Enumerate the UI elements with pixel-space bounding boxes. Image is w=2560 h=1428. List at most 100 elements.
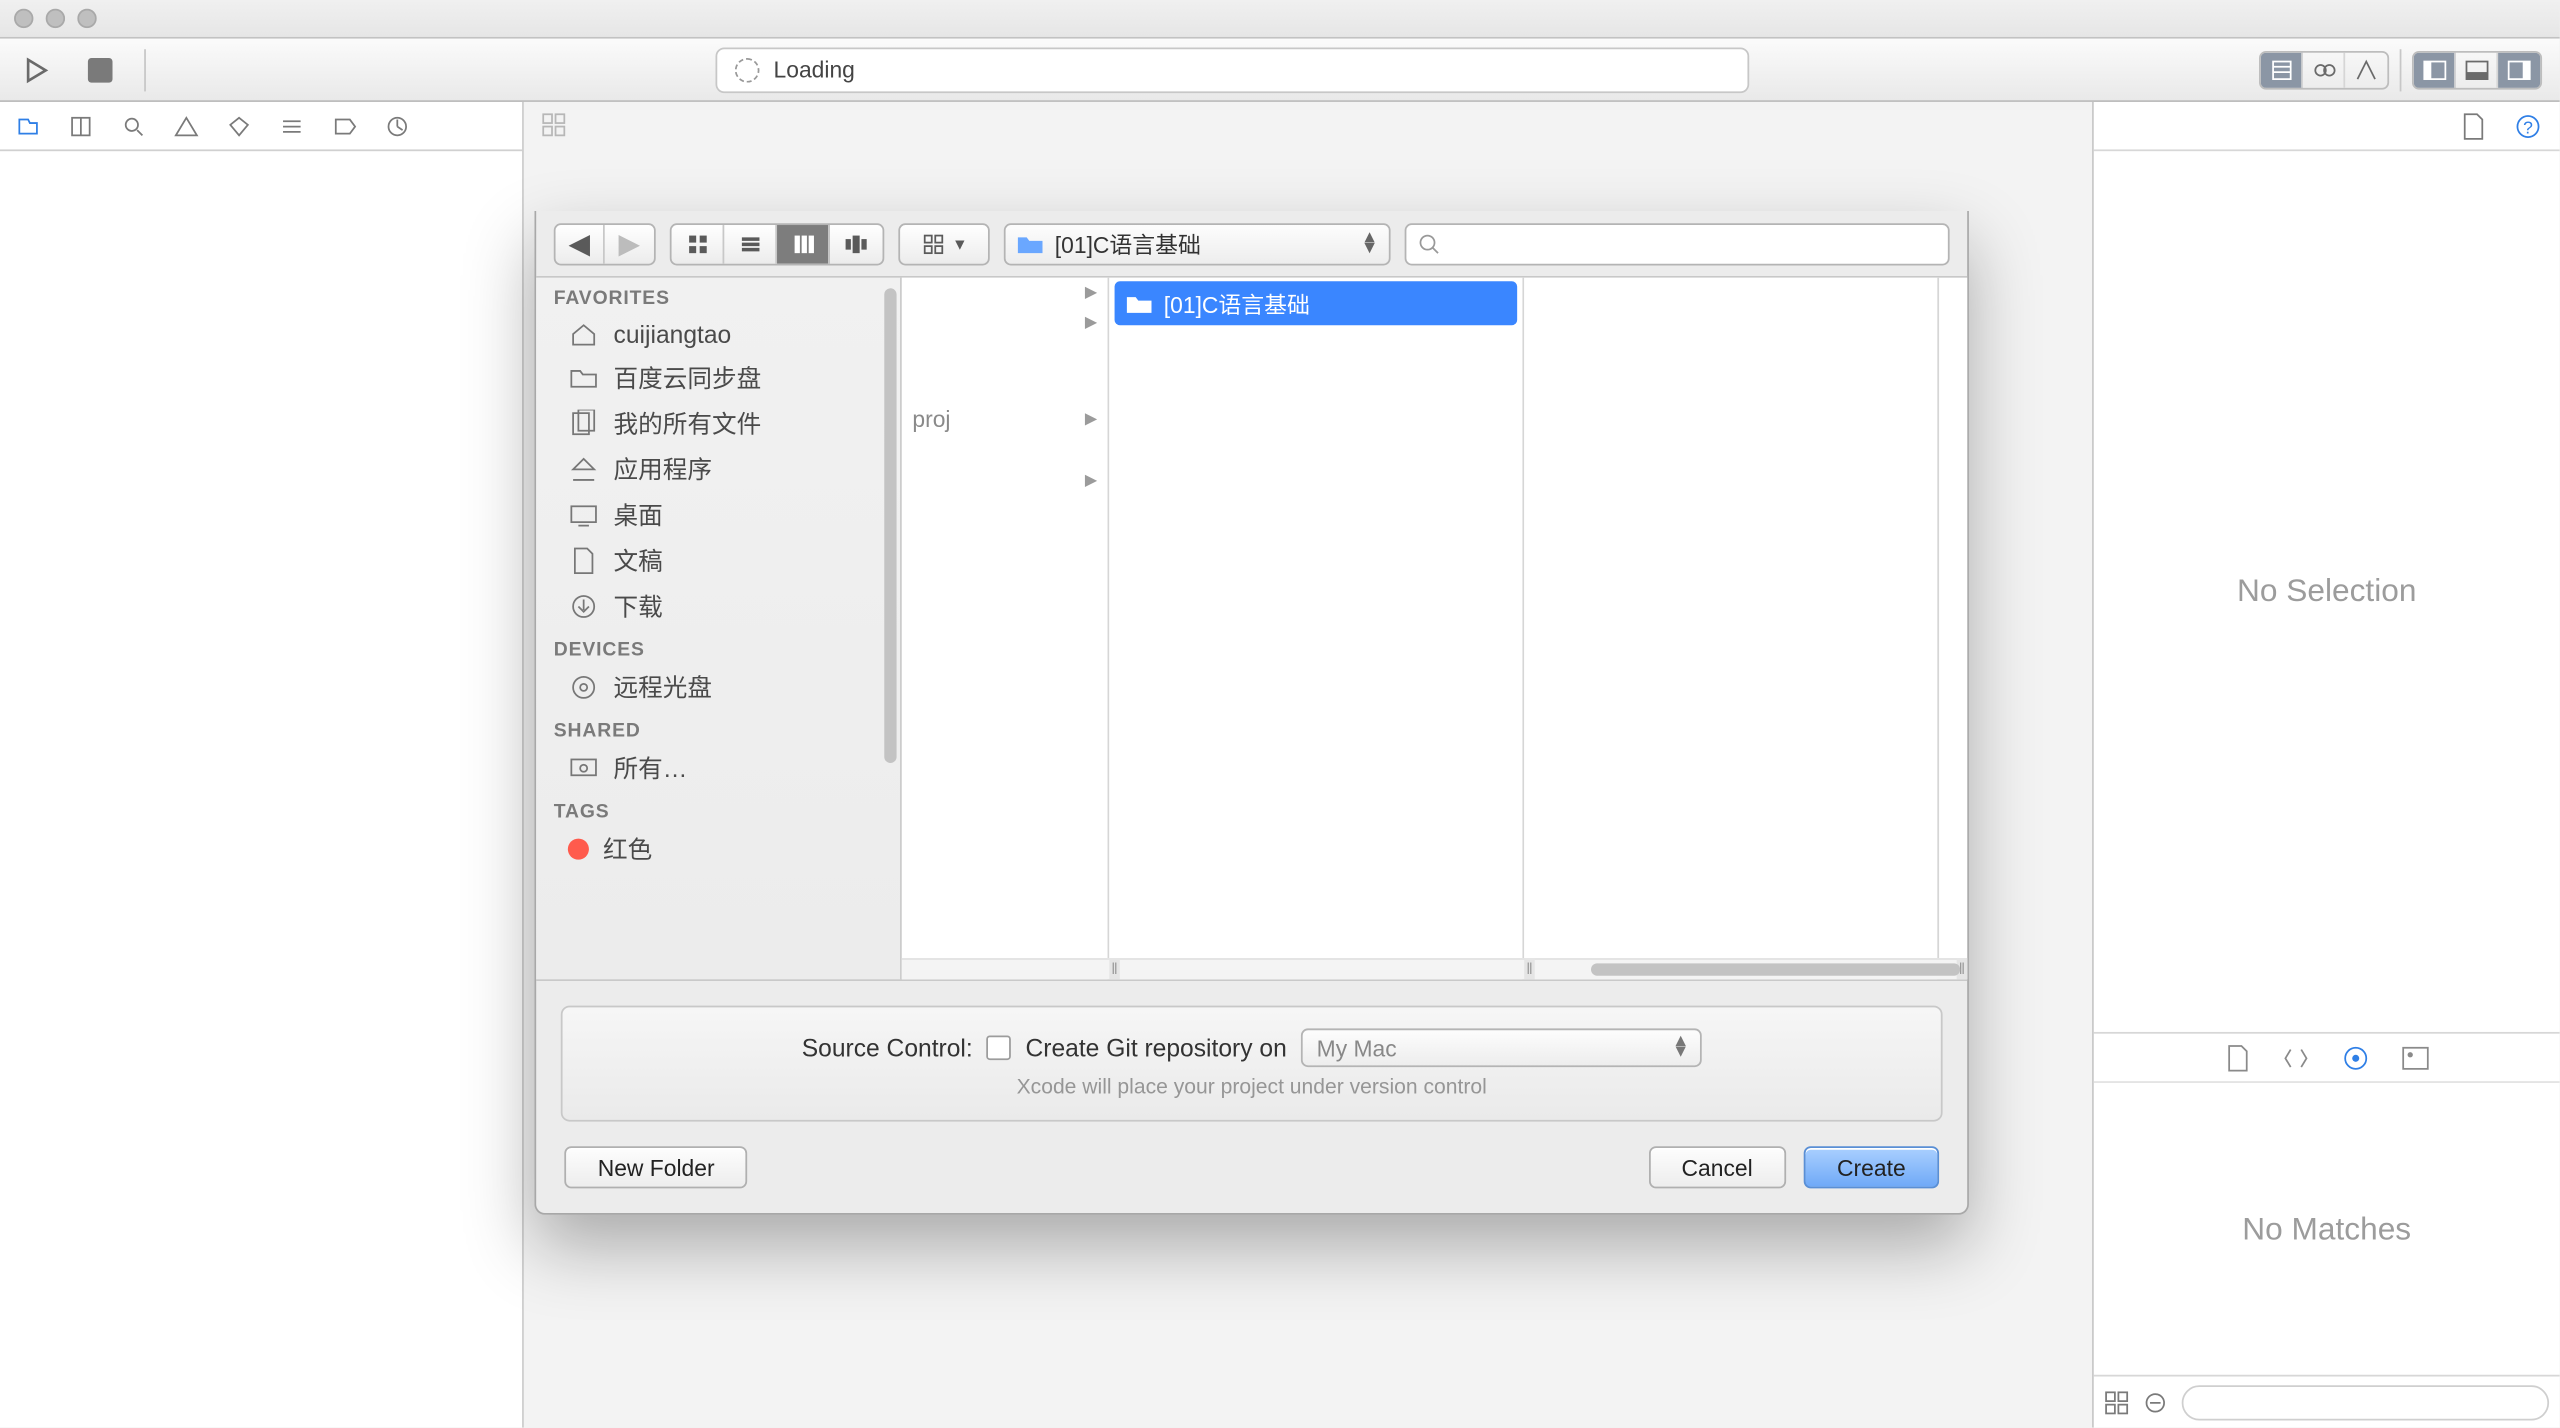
sidebar-item-downloads[interactable]: 下载 [536,584,900,630]
source-control-section: Source Control: Create Git repository on… [561,1006,1943,1122]
close-window-icon[interactable] [14,9,33,28]
svg-text:?: ? [2523,117,2533,137]
cancel-button[interactable]: Cancel [1648,1146,1786,1188]
grid-view-icon[interactable] [2104,1390,2129,1415]
browser-column-3[interactable] [1524,278,1939,979]
stop-button[interactable] [81,50,120,89]
create-button[interactable]: Create [1804,1146,1939,1188]
history-nav[interactable]: ◀ ▶ [554,222,656,264]
object-library-icon[interactable] [2341,1043,2369,1071]
scrollbar-thumb[interactable] [1591,963,1960,975]
browser-column-1[interactable]: ▶ ▶ proj▶ ▶ [902,278,1109,979]
sidebar-item-tag-red[interactable]: 红色 [536,826,900,872]
run-button[interactable] [18,50,57,89]
left-panel-toggle-icon[interactable] [2414,52,2456,87]
tag-dot-icon [568,839,589,860]
git-checkbox[interactable] [987,1035,1012,1060]
code-snippet-library-icon[interactable] [2281,1045,2309,1070]
applications-icon [568,454,600,486]
home-icon [568,318,600,350]
all-files-icon [568,408,600,440]
sheet-search-field[interactable] [1405,222,1950,264]
column-view-icon[interactable] [777,224,830,263]
desktop-icon [568,499,600,531]
column-resize-handle[interactable]: ‖ [1109,958,1120,979]
file-template-library-icon[interactable] [2225,1043,2250,1071]
quick-help-icon[interactable]: ? [2514,112,2542,140]
forward-button[interactable]: ▶ [605,224,654,263]
updown-chevron-icon: ▲▼ [1672,1037,1689,1058]
test-navigator-icon[interactable] [225,112,253,140]
version-editor-icon[interactable] [2345,52,2387,87]
spinner-icon [735,57,760,82]
browser-column-2[interactable]: [01]C语言基础 ▶ [1109,278,1524,979]
traffic-lights [14,9,97,28]
sidebar-scrollbar[interactable] [884,288,896,763]
library-content: No Matches [2094,1083,2560,1375]
list-item[interactable]: ▶ [902,466,1108,496]
source-control-label: Source Control: [802,1034,973,1062]
devices-header: DEVICES [536,629,900,664]
network-icon [568,752,600,784]
issue-navigator-icon[interactable] [172,112,200,140]
sidebar-item-applications[interactable]: 应用程序 [536,447,900,493]
sheet-sidebar[interactable]: FAVORITES cuijiangtao 百度云同步盘 我的所有文件 应用程序… [536,278,902,979]
sheet-toolbar: ◀ ▶ ▼ [536,211,1967,278]
downloads-icon [568,591,600,623]
project-navigator-icon[interactable] [14,112,42,140]
chevron-right-icon: ▶ [1085,313,1097,332]
standard-editor-icon[interactable] [2261,52,2303,87]
bottom-panel-toggle-icon[interactable] [2456,52,2498,87]
library-filter-field[interactable] [2182,1384,2549,1419]
sidebar-item-desktop[interactable]: 桌面 [536,492,900,538]
sidebar-item-allfiles[interactable]: 我的所有文件 [536,401,900,447]
sidebar-item-remotedisc[interactable]: 远程光盘 [536,665,900,711]
sidebar-item-baidu[interactable]: 百度云同步盘 [536,355,900,401]
navigator-tabs [0,102,522,151]
panel-visibility-segment[interactable] [2412,50,2542,89]
sidebar-item-documents[interactable]: 文稿 [536,538,900,584]
debug-navigator-icon[interactable] [278,112,306,140]
back-button[interactable]: ◀ [556,224,605,263]
symbol-navigator-icon[interactable] [67,112,95,140]
toolbar-divider [2400,48,2402,90]
column-resize-handle[interactable]: ‖ [1524,958,1535,979]
coverflow-view-icon[interactable] [830,224,883,263]
list-item[interactable]: ▶ [902,308,1108,338]
activity-viewer: Loading [716,47,1750,93]
zoom-window-icon[interactable] [77,9,96,28]
horizontal-scrollbar[interactable]: ‖ ‖ ‖ [902,958,1967,979]
file-inspector-icon[interactable] [2461,112,2486,140]
chevron-right-icon: ▶ [1085,410,1097,429]
report-navigator-icon[interactable] [383,112,411,140]
inspector-tabs: ? [2094,102,2560,151]
column-browser[interactable]: ▶ ▶ proj▶ ▶ [01]C语言基础 ▶ [902,278,1967,979]
media-library-icon[interactable] [2401,1045,2429,1070]
chevron-down-icon: ▼ [952,235,968,253]
list-view-icon[interactable] [724,224,777,263]
right-panel-toggle-icon[interactable] [2498,52,2540,87]
window-titlebar [0,0,2560,39]
icon-view-icon[interactable] [672,224,725,263]
location-label: [01]C语言基础 [1055,227,1201,260]
new-folder-button[interactable]: New Folder [564,1146,748,1188]
editor-mode-segment[interactable] [2259,50,2389,89]
breakpoint-navigator-icon[interactable] [331,112,359,140]
list-detail-icon[interactable] [2143,1390,2168,1415]
list-item[interactable]: proj▶ [902,401,1108,438]
find-navigator-icon[interactable] [120,112,148,140]
git-location-popup[interactable]: My Mac ▲▼ [1301,1028,1702,1067]
sidebar-item-home[interactable]: cuijiangtao [536,313,900,355]
assistant-editor-icon[interactable] [2303,52,2345,87]
save-sheet: ◀ ▶ ▼ [534,211,1969,1215]
list-item[interactable]: ▶ [902,278,1108,308]
no-matches-label: No Matches [2242,1210,2411,1247]
minimize-window-icon[interactable] [46,9,65,28]
view-mode-segment[interactable] [670,222,884,264]
arrange-button[interactable]: ▼ [898,222,989,264]
folder-icon [1125,291,1153,316]
location-popup[interactable]: [01]C语言基础 ▲▼ [1004,222,1391,264]
git-checkbox-label: Create Git repository on [1025,1034,1286,1062]
sidebar-item-shared-all[interactable]: 所有… [536,745,900,791]
selected-folder-item[interactable]: [01]C语言基础 [1115,281,1518,325]
